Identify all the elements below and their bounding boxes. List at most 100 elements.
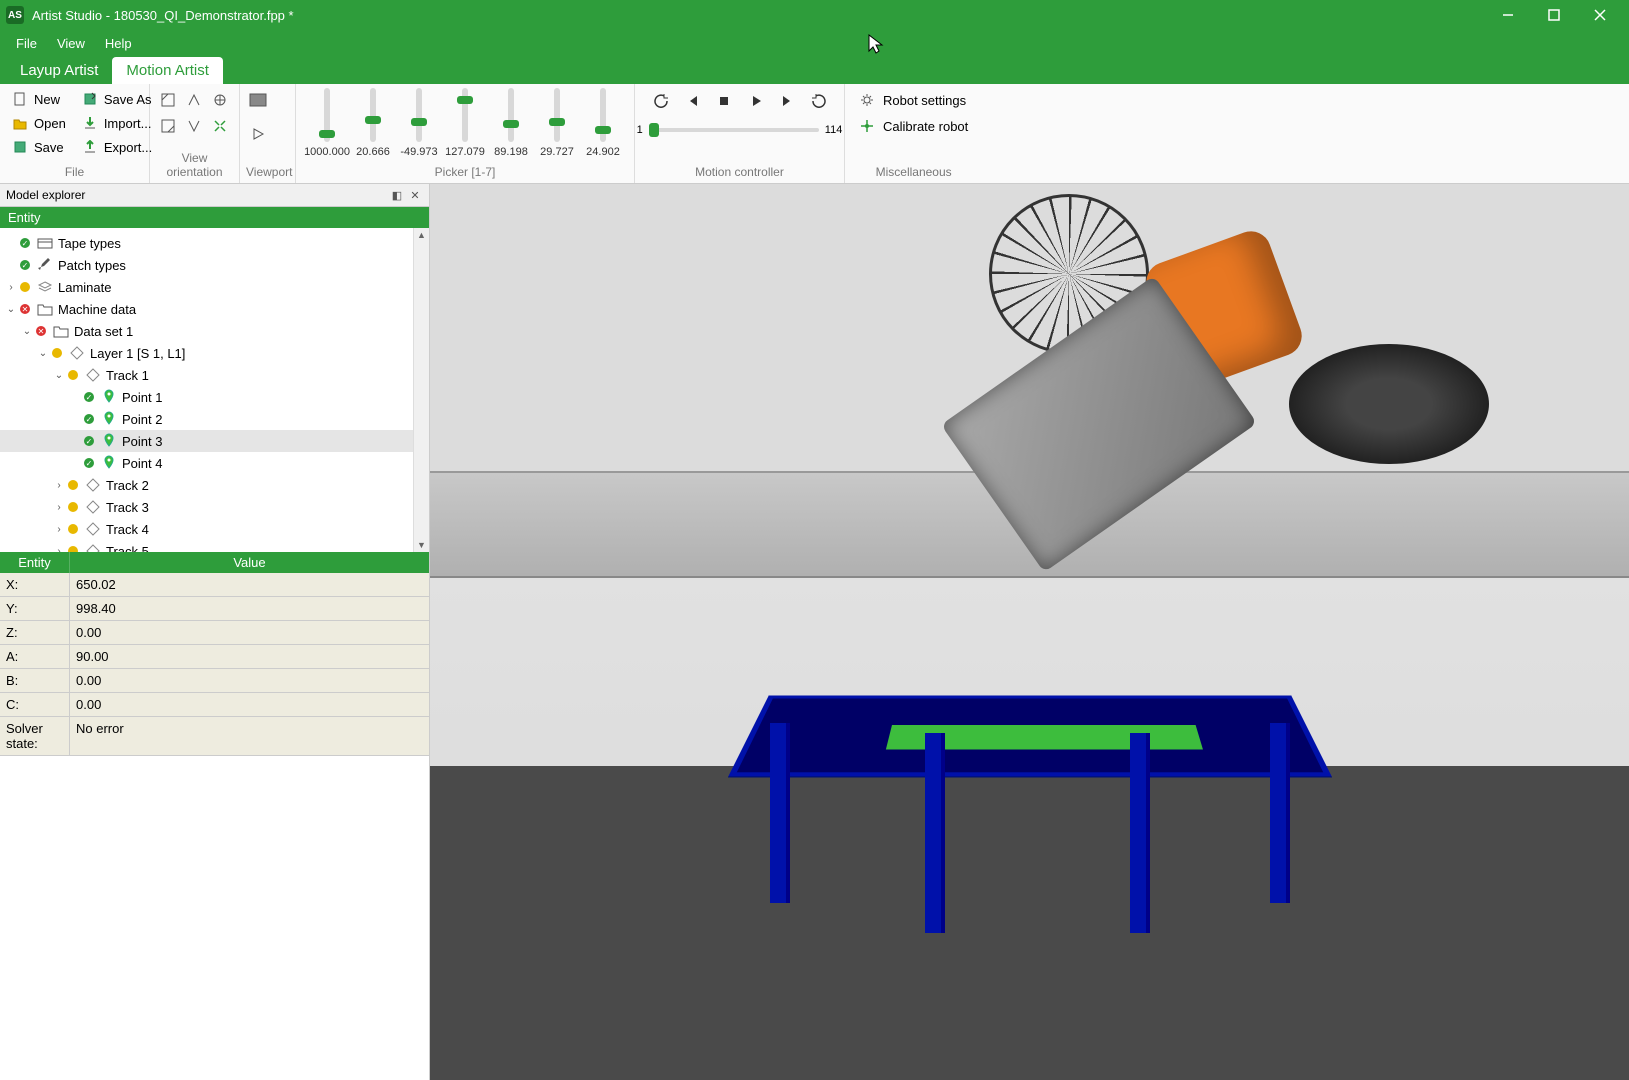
view-side-button[interactable] <box>182 88 206 112</box>
property-row[interactable]: X:650.02 <box>0 573 429 597</box>
property-value[interactable]: 0.00 <box>70 621 429 644</box>
tree-label: Track 3 <box>106 500 149 515</box>
picker-slider-5[interactable]: 89.198 <box>490 88 532 158</box>
minimize-button[interactable] <box>1485 0 1531 30</box>
motion-slider[interactable] <box>649 128 819 132</box>
picker-slider-7[interactable]: 24.902 <box>582 88 624 158</box>
rewind-button[interactable] <box>647 88 673 114</box>
tree-expander-icon[interactable]: ⌄ <box>36 348 50 359</box>
property-row[interactable]: C:0.00 <box>0 693 429 717</box>
tree-expander-icon[interactable]: › <box>52 480 66 491</box>
tree-laminate[interactable]: ›Laminate <box>0 276 429 298</box>
picker-slider-2[interactable]: 20.666 <box>352 88 394 158</box>
tree-track-3[interactable]: › Track 3 <box>0 496 429 518</box>
menu-help[interactable]: Help <box>95 32 142 55</box>
picker-slider-3[interactable]: -49.973 <box>398 88 440 158</box>
skip-end-button[interactable] <box>775 88 801 114</box>
viewport-single-button[interactable] <box>246 88 270 112</box>
tape-icon <box>36 234 54 252</box>
viewport-play-button[interactable] <box>246 122 270 146</box>
menu-view[interactable]: View <box>47 32 95 55</box>
tree-expander-icon[interactable]: › <box>4 282 18 293</box>
view-front-button[interactable] <box>156 88 180 112</box>
tree-machine-data[interactable]: ⌄✕Machine data <box>0 298 429 320</box>
picker-slider-4[interactable]: 127.079 <box>444 88 486 158</box>
property-row[interactable]: Solver state:No error <box>0 717 429 756</box>
tree-expander-icon[interactable]: ⌄ <box>4 304 18 315</box>
new-icon <box>12 91 28 107</box>
saveas-button[interactable]: Save As <box>76 88 158 110</box>
property-value[interactable]: 650.02 <box>70 573 429 596</box>
stop-button[interactable] <box>711 88 737 114</box>
property-key: Y: <box>0 597 70 620</box>
ribbon-group-motion-label: Motion controller <box>641 163 838 179</box>
play-button[interactable] <box>743 88 769 114</box>
status-icon <box>68 370 78 380</box>
tree-label: Track 5 <box>106 544 149 553</box>
tree-label: Data set 1 <box>74 324 133 339</box>
view-top-button[interactable] <box>208 88 232 112</box>
tree-expander-icon[interactable]: › <box>52 546 66 553</box>
model-tree[interactable]: ✓Tape types✓Patch types›Laminate⌄✕Machin… <box>0 228 429 552</box>
panel-close-button[interactable]: ✕ <box>407 187 423 203</box>
tree-label: Tape types <box>58 236 121 251</box>
view-fit-button[interactable] <box>208 114 232 138</box>
view-iso2-button[interactable] <box>182 114 206 138</box>
property-key: Z: <box>0 621 70 644</box>
export-button[interactable]: Export... <box>76 136 158 158</box>
pin-icon <box>100 454 118 472</box>
ribbon-group-view-label: View orientation <box>156 149 233 179</box>
property-row[interactable]: A:90.00 <box>0 645 429 669</box>
property-key: A: <box>0 645 70 668</box>
tree-expander-icon[interactable]: ⌄ <box>52 370 66 381</box>
tree-track-1[interactable]: ⌄Track 1 <box>0 364 429 386</box>
tree-expander-icon[interactable]: ⌄ <box>20 326 34 337</box>
tree-expander-icon[interactable]: › <box>52 524 66 535</box>
tree-expander-icon[interactable]: › <box>52 502 66 513</box>
tree-label: Patch types <box>58 258 126 273</box>
calibrate-robot-button[interactable]: Calibrate robot <box>851 114 976 138</box>
property-blank-area <box>0 756 429 1080</box>
menu-file[interactable]: File <box>6 32 47 55</box>
skip-start-button[interactable] <box>679 88 705 114</box>
property-row[interactable]: Y:998.40 <box>0 597 429 621</box>
undock-button[interactable]: ◧ <box>389 187 405 203</box>
property-value[interactable]: 998.40 <box>70 597 429 620</box>
picker-slider-6[interactable]: 29.727 <box>536 88 578 158</box>
diamond-icon <box>84 542 102 552</box>
save-icon <box>12 139 28 155</box>
property-value[interactable]: 0.00 <box>70 669 429 692</box>
loop-button[interactable] <box>807 88 833 114</box>
property-row[interactable]: B:0.00 <box>0 669 429 693</box>
robot-settings-button[interactable]: Robot settings <box>851 88 976 112</box>
viewport-3d[interactable] <box>430 184 1629 1080</box>
new-button[interactable]: New <box>6 88 72 110</box>
tree-point-1[interactable]: ✓Point 1 <box>0 386 429 408</box>
tree-track-4[interactable]: ›Track 4 <box>0 518 429 540</box>
property-row[interactable]: Z:0.00 <box>0 621 429 645</box>
tree-track-5[interactable]: › Track 5 <box>0 540 429 552</box>
tree-track-2[interactable]: ›Track 2 <box>0 474 429 496</box>
tree-data-set[interactable]: ⌄✕ Data set 1 <box>0 320 429 342</box>
tree-scrollbar[interactable]: ▲ ▼ <box>413 228 429 552</box>
view-iso1-button[interactable] <box>156 114 180 138</box>
tree-patch-types[interactable]: ✓Patch types <box>0 254 429 276</box>
tree-point-2[interactable]: ✓Point 2 <box>0 408 429 430</box>
tree-point-4[interactable]: ✓Point 4 <box>0 452 429 474</box>
tree-point-3[interactable]: ✓Point 3 <box>0 430 429 452</box>
property-value[interactable]: No error <box>70 717 429 755</box>
tree-layer[interactable]: ⌄Layer 1 [S 1, L1] <box>0 342 429 364</box>
maximize-button[interactable] <box>1531 0 1577 30</box>
status-icon: ✕ <box>36 326 46 336</box>
picker-slider-1[interactable]: 1000.000 <box>306 88 348 158</box>
save-button[interactable]: Save <box>6 136 72 158</box>
ribbon-group-misc-label: Miscellaneous <box>851 163 976 179</box>
open-button[interactable]: Open <box>6 112 72 134</box>
close-button[interactable] <box>1577 0 1623 30</box>
tree-tape-types[interactable]: ✓Tape types <box>0 232 429 254</box>
property-value[interactable]: 0.00 <box>70 693 429 716</box>
tab-motion-artist[interactable]: Motion Artist <box>112 57 223 84</box>
tab-layup-artist[interactable]: Layup Artist <box>6 57 112 84</box>
import-button[interactable]: Import... <box>76 112 158 134</box>
property-value[interactable]: 90.00 <box>70 645 429 668</box>
